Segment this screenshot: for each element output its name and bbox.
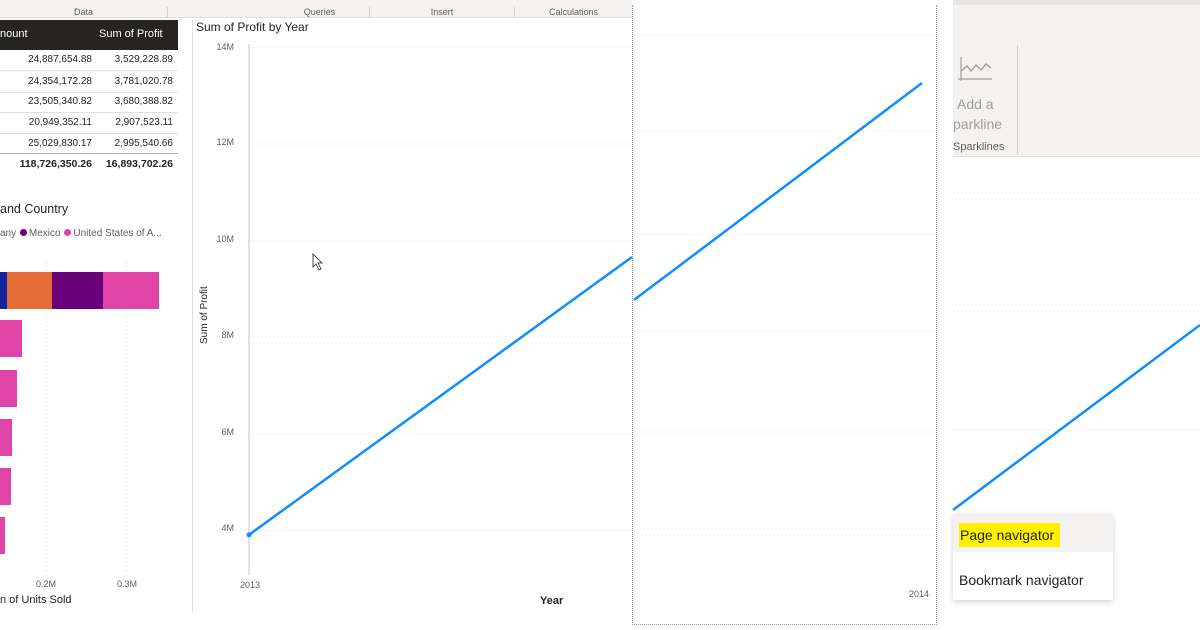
series-line-panel3[interactable] (633, 82, 923, 301)
series-line-panel4[interactable] (952, 323, 1200, 512)
visual-border (936, 5, 937, 625)
ribbon-divider (1017, 45, 1018, 155)
navigator-menu: Page navigator Bookmark navigator (953, 514, 1113, 600)
menu-item-label: Bookmark navigator (959, 572, 1084, 588)
screenshot-collage: Data Queries Insert Calculations nount S… (0, 0, 1200, 630)
visual-border (632, 624, 937, 625)
menu-item-bookmark-navigator[interactable]: Bookmark navigator (953, 558, 1113, 596)
menu-item-page-navigator[interactable]: Page navigator (953, 514, 1113, 552)
visual-border (632, 5, 633, 625)
menu-item-label: Page navigator (959, 523, 1061, 547)
add-sparkline-label: parkline (953, 116, 1003, 132)
sparkline-icon[interactable] (958, 55, 994, 85)
data-point-2013[interactable] (246, 532, 252, 538)
series-line-panel2[interactable] (248, 255, 633, 536)
ribbon-group-label: Sparklines (953, 141, 1005, 153)
add-sparkline-label: Add a (957, 96, 994, 112)
mouse-cursor-icon (312, 253, 323, 271)
add-sparkline-button[interactable]: Add a parkline (953, 94, 1002, 134)
ribbon-top-strip (953, 0, 1200, 5)
x-tick-label: 2014 (909, 589, 930, 599)
